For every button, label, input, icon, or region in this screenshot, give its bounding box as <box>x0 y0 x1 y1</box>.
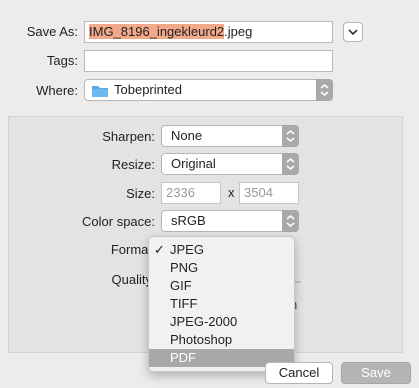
resize-label: Resize: <box>111 157 155 172</box>
where-stepper <box>316 79 333 101</box>
checkmark-icon: ✓ <box>154 242 165 257</box>
menu-item-label: TIFF <box>170 296 198 311</box>
filename-extension: .jpeg <box>224 24 253 39</box>
sharpen-popup[interactable]: None <box>161 125 299 147</box>
filename-selected-text: IMG_8196_ingekleurd2 <box>89 24 225 39</box>
format-menu: ✓ JPEG PNG GIF TIFF JPEG-2000 Photoshop … <box>148 236 295 372</box>
save-as-label: Save As: <box>26 24 78 39</box>
color-space-stepper <box>282 210 299 232</box>
menu-item-label: Photoshop <box>170 332 233 347</box>
size-width-input[interactable]: 2336 <box>161 182 221 204</box>
menu-item-png[interactable]: PNG <box>149 259 294 277</box>
menu-item-photoshop[interactable]: Photoshop <box>149 331 294 349</box>
where-folder-name: Tobeprinted <box>114 82 182 97</box>
chevron-down-icon <box>348 29 358 36</box>
up-down-arrows-icon <box>286 215 295 227</box>
format-label: Format <box>110 242 152 257</box>
size-separator: x <box>228 185 235 200</box>
menu-item-label: GIF <box>170 278 192 293</box>
menu-item-label: JPEG-2000 <box>170 314 238 329</box>
folder-icon <box>92 86 108 97</box>
up-down-arrows-icon <box>320 84 329 96</box>
resize-popup[interactable]: Original <box>161 153 299 175</box>
sharpen-stepper <box>282 125 299 147</box>
where-label: Where: <box>36 83 78 98</box>
quality-label: Quality <box>111 272 152 287</box>
up-down-arrows-icon <box>286 130 295 142</box>
color-space-label: Color space: <box>82 214 155 229</box>
size-label: Size: <box>126 186 155 201</box>
size-height-input[interactable]: 3504 <box>239 182 299 204</box>
menu-item-gif[interactable]: GIF <box>149 277 294 295</box>
sharpen-value: None <box>171 128 203 143</box>
menu-item-label: JPEG <box>170 242 204 257</box>
menu-item-tiff[interactable]: TIFF <box>149 295 294 313</box>
menu-item-jpeg[interactable]: ✓ JPEG <box>149 241 294 259</box>
color-space-value: sRGB <box>171 213 206 228</box>
menu-item-jpeg-2000[interactable]: JPEG-2000 <box>149 313 294 331</box>
expand-dialog-button[interactable] <box>343 22 363 42</box>
color-space-popup[interactable]: sRGB <box>161 210 299 232</box>
resize-value: Original <box>171 156 216 171</box>
sharpen-label: Sharpen: <box>102 129 155 144</box>
resize-stepper <box>282 153 299 175</box>
tags-label: Tags: <box>46 53 78 68</box>
tags-input[interactable] <box>84 50 333 72</box>
filename-input[interactable]: IMG_8196_ingekleurd2.jpeg <box>84 21 333 43</box>
cancel-button[interactable]: Cancel <box>265 362 333 384</box>
up-down-arrows-icon <box>286 158 295 170</box>
where-popup[interactable]: Tobeprinted <box>84 79 333 101</box>
save-button[interactable]: Save <box>341 362 411 384</box>
menu-item-label: PDF <box>170 350 196 365</box>
menu-item-label: PNG <box>170 260 199 275</box>
